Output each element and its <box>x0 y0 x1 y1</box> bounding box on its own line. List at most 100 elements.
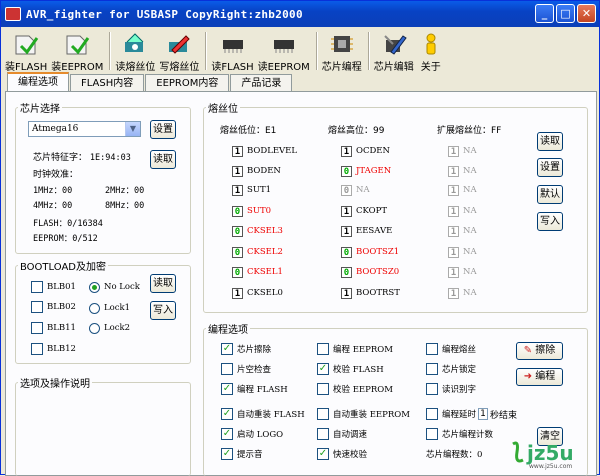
load-eeprom-button[interactable]: 装EEPROM <box>51 29 103 73</box>
no-lock-radio[interactable]: No Lock <box>89 280 140 294</box>
load-flash-button[interactable]: 装FLASH <box>5 29 47 73</box>
fuse-bit-low-2[interactable]: 1 SUT1 <box>232 183 271 197</box>
fuse-bit-high-1[interactable]: 0 JTAGEN <box>341 164 391 178</box>
fuse-value-box[interactable]: 1 <box>232 145 243 157</box>
fuse-value-box[interactable]: 0 <box>232 205 243 217</box>
fuse-bit-ext-6[interactable]: 1 NA <box>448 265 477 279</box>
option-0-2[interactable]: 编程熔丝 <box>426 342 476 356</box>
fuse-value-box[interactable]: 1 <box>341 287 352 299</box>
tab-product-log[interactable]: 产品记录 <box>230 74 293 91</box>
fuse-value-box[interactable]: 1 <box>341 145 352 157</box>
fuse-value-box[interactable]: 1 <box>341 205 352 217</box>
option-1-0[interactable]: 片空检查 <box>221 362 271 376</box>
fuse-set-button[interactable]: 设置 <box>537 158 563 177</box>
fuse-bit-ext-5[interactable]: 1 NA <box>448 245 477 259</box>
fuse-bit-ext-4[interactable]: 1 NA <box>448 224 477 238</box>
fuse-bit-low-1[interactable]: 1 BODEN <box>232 164 281 178</box>
option-5-1[interactable]: ✓ 快速校验 <box>317 447 367 461</box>
fuse-bit-ext-1[interactable]: 1 NA <box>448 164 477 178</box>
option-1-1[interactable]: ✓ 校验 FLASH <box>317 362 384 376</box>
checkbox-box[interactable] <box>426 408 438 420</box>
option-2-1[interactable]: 校验 EEPROM <box>317 382 393 396</box>
lock2-radio[interactable]: Lock2 <box>89 321 130 335</box>
option-1-2[interactable]: 芯片锁定 <box>426 362 476 376</box>
fuse-value-box[interactable]: 0 <box>232 266 243 278</box>
blb01-checkbox[interactable]: BLB01 <box>31 280 76 294</box>
chip-edit-button[interactable]: 芯片编辑 <box>374 29 414 73</box>
fuse-read-button[interactable]: 读取 <box>537 132 563 151</box>
checkbox-box[interactable] <box>31 281 43 293</box>
fuse-bit-high-0[interactable]: 1 OCDEN <box>341 144 390 158</box>
lock1-radio[interactable]: Lock1 <box>89 301 130 315</box>
fuse-value-box[interactable]: 1 <box>341 225 352 237</box>
fuse-bit-ext-2[interactable]: 1 NA <box>448 183 477 197</box>
fuse-bit-low-7[interactable]: 1 CKSEL0 <box>232 286 283 300</box>
checkbox-box[interactable] <box>317 428 329 440</box>
checkmark-icon[interactable]: ✓ <box>221 448 233 460</box>
read-fuse-button[interactable]: 读熔丝位 <box>115 29 155 73</box>
fuse-bit-high-4[interactable]: 1 EESAVE <box>341 224 392 238</box>
fuse-bit-ext-3[interactable]: 1 NA <box>448 204 477 218</box>
blb12-checkbox[interactable]: BLB12 <box>31 342 76 356</box>
checkbox-box[interactable] <box>426 343 438 355</box>
checkbox-box[interactable] <box>221 363 233 375</box>
title-bar[interactable]: AVR_fighter for USBASP CopyRight:zhb2000… <box>1 1 599 27</box>
checkmark-icon[interactable]: ✓ <box>221 383 233 395</box>
fuse-value-box[interactable]: 0 <box>341 184 352 196</box>
option-3-1[interactable]: 自动重装 EEPROM <box>317 407 410 421</box>
program-button[interactable]: ➜ 编程 <box>516 368 563 386</box>
option-4-0[interactable]: ✓ 启动 LOGO <box>221 427 283 441</box>
checkbox-box[interactable] <box>31 301 43 313</box>
chip-set-button[interactable]: 设置 <box>150 120 176 139</box>
fuse-value-box[interactable]: 1 <box>448 287 459 299</box>
option-5-0[interactable]: ✓ 提示音 <box>221 447 263 461</box>
fuse-value-box[interactable]: 0 <box>341 165 352 177</box>
close-button[interactable]: ✕ <box>577 4 596 23</box>
checkmark-icon[interactable]: ✓ <box>221 343 233 355</box>
tab-program-options[interactable]: 编程选项 <box>7 72 69 91</box>
fuse-bit-high-5[interactable]: 0 BOOTSZ1 <box>341 245 399 259</box>
tab-eeprom-content[interactable]: EEPROM内容 <box>145 74 230 91</box>
fuse-value-box[interactable]: 1 <box>232 165 243 177</box>
fuse-value-box[interactable]: 1 <box>448 246 459 258</box>
erase-button[interactable]: ✎ 擦除 <box>516 342 563 360</box>
checkbox-box[interactable] <box>317 408 329 420</box>
fuse-write-button[interactable]: 写入 <box>537 212 563 231</box>
fuse-value-box[interactable]: 1 <box>448 225 459 237</box>
fuse-bit-ext-7[interactable]: 1 NA <box>448 286 477 300</box>
fuse-bit-high-6[interactable]: 0 BOOTSZ0 <box>341 265 399 279</box>
chip-select[interactable]: Atmega16 ▼ <box>28 121 141 137</box>
chip-program-button[interactable]: 芯片编程 <box>322 29 362 73</box>
fuse-value-box[interactable]: 1 <box>448 266 459 278</box>
blb02-checkbox[interactable]: BLB02 <box>31 300 76 314</box>
read-flash-button[interactable]: 读FLASH <box>211 29 254 73</box>
checkmark-icon[interactable]: ✓ <box>317 363 329 375</box>
option-4-2[interactable]: 芯片编程计数 <box>426 427 493 441</box>
fuse-bit-low-5[interactable]: 0 CKSEL2 <box>232 245 283 259</box>
fuse-value-box[interactable]: 1 <box>448 145 459 157</box>
checkmark-icon[interactable]: ✓ <box>221 428 233 440</box>
write-fuse-button[interactable]: 写熔丝位 <box>159 29 199 73</box>
fuse-value-box[interactable]: 0 <box>341 246 352 258</box>
fuse-bit-high-7[interactable]: 1 BOOTRST <box>341 286 400 300</box>
fuse-value-box[interactable]: 1 <box>232 287 243 299</box>
option-2-2[interactable]: 读识别字 <box>426 382 476 396</box>
radio-dot[interactable] <box>89 322 100 334</box>
tab-flash-content[interactable]: FLASH内容 <box>70 74 145 91</box>
fuse-default-button[interactable]: 默认 <box>537 185 563 204</box>
checkbox-box[interactable] <box>31 322 43 334</box>
option-0-0[interactable]: ✓ 芯片擦除 <box>221 342 271 356</box>
checkbox-box[interactable] <box>426 383 438 395</box>
fuse-value-box[interactable]: 1 <box>448 184 459 196</box>
fuse-bit-ext-0[interactable]: 1 NA <box>448 144 477 158</box>
option-0-1[interactable]: 编程 EEPROM <box>317 342 393 356</box>
about-button[interactable]: 关于 <box>418 29 444 73</box>
fuse-value-box[interactable]: 1 <box>448 165 459 177</box>
fuse-value-box[interactable]: 0 <box>341 266 352 278</box>
checkmark-icon[interactable]: ✓ <box>317 448 329 460</box>
minimize-button[interactable]: _ <box>535 4 554 23</box>
chip-read-button[interactable]: 读取 <box>150 150 176 169</box>
fuse-value-box[interactable]: 1 <box>448 205 459 217</box>
checkbox-box[interactable] <box>317 383 329 395</box>
checkbox-box[interactable] <box>426 363 438 375</box>
